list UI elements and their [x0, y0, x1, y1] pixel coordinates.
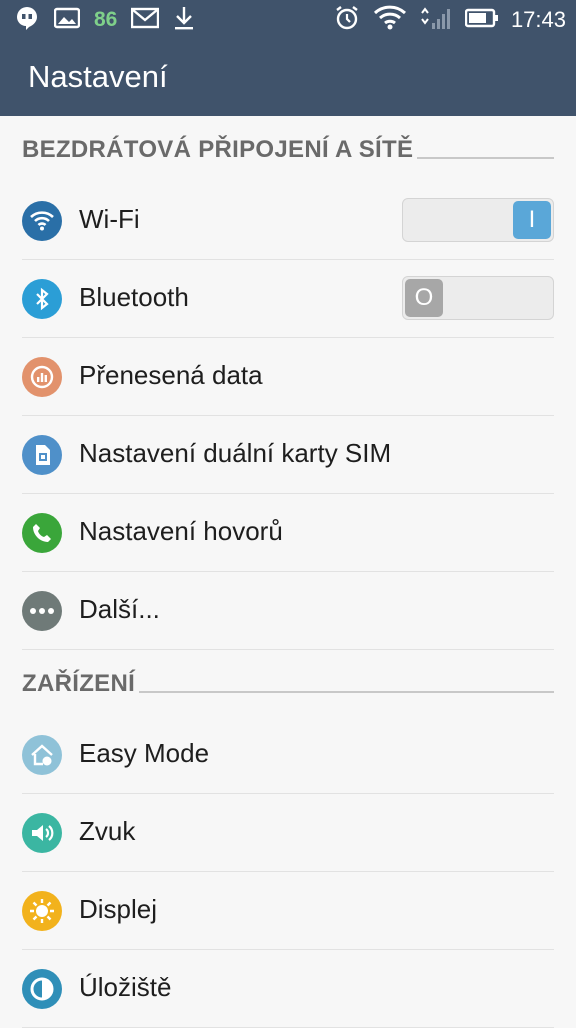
section-header-device: ZAŘÍZENÍ: [0, 650, 576, 716]
settings-item-easy-mode[interactable]: Easy Mode: [22, 716, 554, 794]
settings-item-bluetooth[interactable]: Bluetooth O: [22, 260, 554, 338]
phone-icon: [22, 513, 62, 553]
bluetooth-icon: [22, 279, 62, 319]
page-title: Nastavení: [28, 59, 168, 94]
hangouts-icon: [14, 5, 40, 35]
wifi-icon: [373, 5, 407, 35]
settings-item-label: Další...: [79, 594, 160, 624]
section-title: BEZDRÁTOVÁ PŘIPOJENÍ A SÍTĚ: [22, 136, 418, 164]
settings-item-label: Bluetooth: [79, 282, 189, 312]
settings-item-more[interactable]: Další...: [22, 572, 554, 650]
alarm-icon: [333, 4, 361, 36]
settings-item-label: Přenesená data: [79, 360, 263, 390]
clock: 17:43: [510, 7, 566, 32]
status-bar: 86 17:43: [0, 0, 576, 40]
easy-mode-icon: [22, 735, 62, 775]
download-icon: [173, 5, 195, 35]
wifi-icon: [22, 201, 62, 241]
settings-item-data-usage[interactable]: Přenesená data: [22, 338, 554, 416]
settings-item-storage[interactable]: Úložiště: [22, 950, 554, 1028]
wifi-toggle[interactable]: I: [402, 198, 554, 242]
settings-item-label: Úložiště: [79, 972, 172, 1002]
settings-item-call-settings[interactable]: Nastavení hovorů: [22, 494, 554, 572]
data-usage-icon: [22, 357, 62, 397]
more-icon: [22, 591, 62, 631]
sound-icon: [22, 813, 62, 853]
settings-list: BEZDRÁTOVÁ PŘIPOJENÍ A SÍTĚ Wi-Fi I Blue…: [0, 116, 576, 1028]
status-left: 86: [14, 0, 195, 40]
storage-icon: [22, 969, 62, 1009]
settings-item-display[interactable]: Displej: [22, 872, 554, 950]
notification-count: 86: [94, 8, 118, 31]
settings-item-label: Nastavení hovorů: [79, 516, 283, 546]
status-right: 17:43: [333, 0, 566, 40]
settings-item-label: Easy Mode: [79, 738, 210, 768]
settings-item-wifi[interactable]: Wi-Fi I: [22, 182, 554, 260]
settings-item-label: Zvuk: [79, 816, 136, 846]
settings-item-label: Displej: [79, 894, 158, 924]
settings-item-sound[interactable]: Zvuk: [22, 794, 554, 872]
battery-icon: [464, 7, 499, 33]
toggle-knob: I: [513, 201, 551, 239]
sim-card-icon: [22, 435, 62, 475]
settings-item-label: Nastavení duální karty SIM: [79, 438, 392, 468]
cell-signal-icon: [419, 5, 453, 35]
section-title: ZAŘÍZENÍ: [22, 670, 140, 698]
section-header-wireless: BEZDRÁTOVÁ PŘIPOJENÍ A SÍTĚ: [0, 116, 576, 182]
app-bar: Nastavení: [0, 40, 576, 116]
display-icon: [22, 891, 62, 931]
settings-item-label: Wi-Fi: [79, 204, 140, 234]
settings-item-dual-sim[interactable]: Nastavení duální karty SIM: [22, 416, 554, 494]
gmail-icon: [131, 7, 160, 33]
bluetooth-toggle[interactable]: O: [402, 276, 554, 320]
gallery-icon: [53, 7, 81, 33]
toggle-knob: O: [405, 279, 443, 317]
